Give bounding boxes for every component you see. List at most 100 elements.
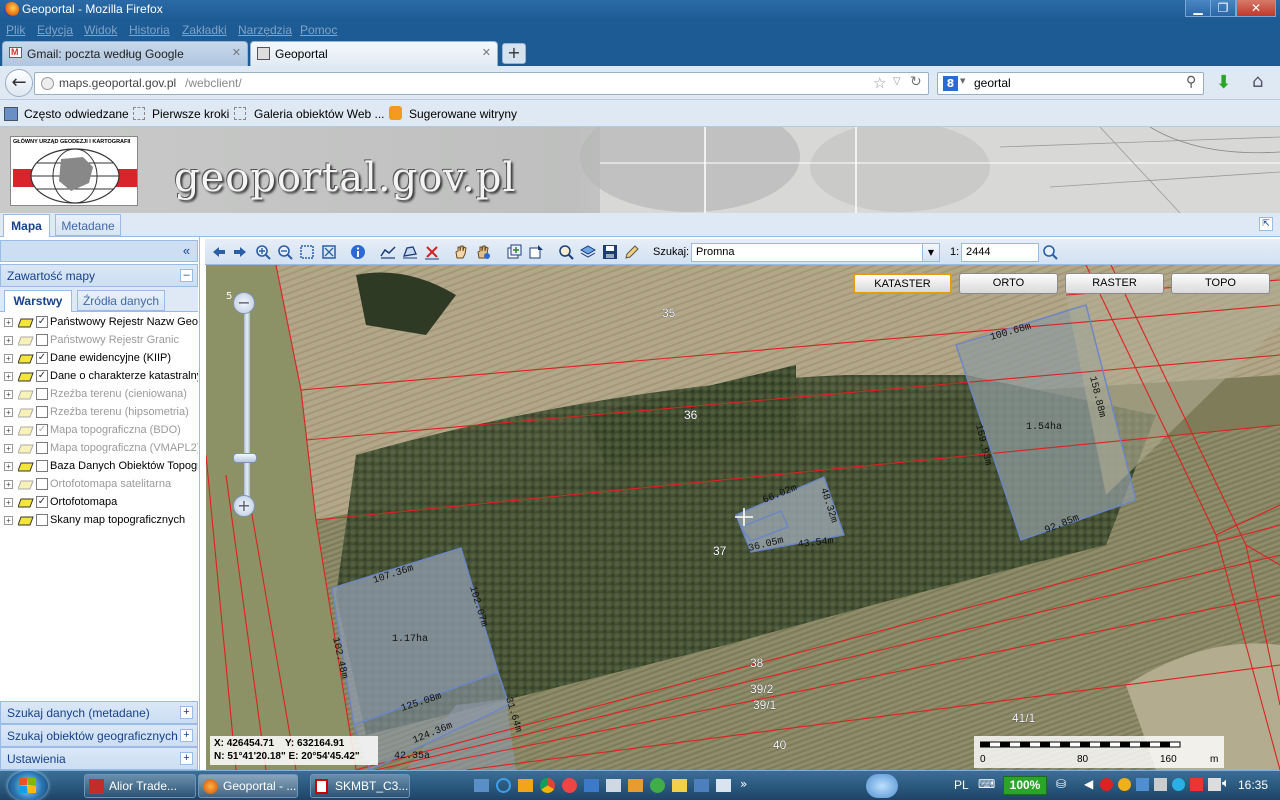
pan-hand-icon[interactable] (453, 244, 469, 260)
layer-checkbox[interactable]: ✓ (36, 316, 48, 328)
engine-dropdown-icon[interactable]: ▼ (960, 77, 965, 85)
collapse-contents-button[interactable]: – (180, 269, 193, 282)
pan-left-icon[interactable] (211, 244, 227, 260)
messenger-icon[interactable] (866, 774, 898, 798)
expand-icon[interactable]: + (4, 390, 13, 399)
ie-icon[interactable] (496, 778, 511, 793)
menu-historia[interactable]: Historia (129, 23, 170, 37)
zoom-slider-handle[interactable] (233, 453, 257, 463)
layer-row[interactable]: + ✓ Ortofotomapa (4, 495, 198, 513)
place-search-input[interactable]: Promna ▼ (691, 243, 940, 262)
zoom-out-button[interactable]: − (233, 292, 255, 314)
dropdown-arrow-icon[interactable]: ▽ (893, 76, 901, 87)
tab-mapa[interactable]: Mapa (3, 214, 50, 237)
layer-row[interactable]: + Skany map topograficznych (4, 513, 198, 531)
language-indicator[interactable]: PL (954, 778, 969, 792)
layer-checkbox[interactable] (36, 514, 48, 526)
expand-icon[interactable]: + (4, 480, 13, 489)
layer-row[interactable]: + Rzeźba terenu (cieniowana) (4, 387, 198, 405)
expand-icon[interactable]: + (4, 462, 13, 471)
layer-checkbox[interactable]: ✓ (36, 424, 48, 436)
search-dropdown-icon[interactable]: ▼ (922, 244, 939, 261)
minimize-button[interactable]: ▁ (1185, 0, 1211, 17)
save-icon[interactable] (602, 244, 618, 260)
taskbar-item-geoportal[interactable]: Geoportal - ... (198, 774, 298, 798)
app-icon[interactable] (606, 779, 621, 792)
clock[interactable]: 16:35 (1238, 778, 1268, 792)
search-input[interactable]: geortal (974, 76, 1011, 90)
zoom-slider-track[interactable] (244, 299, 250, 505)
search-engine-icon[interactable]: 8 (943, 76, 958, 91)
pan-right-icon[interactable] (232, 244, 248, 260)
add-service-icon[interactable] (528, 244, 544, 260)
menu-plik[interactable]: Plik (6, 23, 25, 37)
layer-row[interactable]: + Baza Danych Obiektów Topogr (4, 459, 198, 477)
layer-checkbox[interactable] (36, 442, 48, 454)
maximize-button[interactable]: ❐ (1210, 0, 1236, 17)
taskbar-item-skmbt[interactable]: SKMBT_C3... (310, 774, 410, 798)
tab-close-icon[interactable]: ✕ (232, 46, 241, 59)
layer-checkbox[interactable]: ✓ (36, 370, 48, 382)
layer-checkbox[interactable] (36, 478, 48, 490)
antivirus-icon[interactable] (1100, 778, 1113, 791)
add-layer-icon[interactable] (506, 244, 522, 260)
bookmark-star-icon[interactable]: ☆ (873, 74, 886, 92)
layer-row[interactable]: + Mapa topograficzna (VMAPL2) (4, 441, 198, 459)
home-icon[interactable]: ⌂ (1252, 71, 1263, 92)
bookmark-item[interactable]: Często odwiedzane (24, 107, 129, 121)
search-box[interactable]: 8 ▼ geortal ⚲ (937, 72, 1204, 95)
info-icon[interactable] (350, 244, 366, 260)
orto-button[interactable]: ORTO (959, 273, 1058, 294)
expand-icon[interactable]: + (4, 498, 13, 507)
layers-icon[interactable] (580, 244, 596, 260)
tab-geoportal[interactable]: Geoportal ✕ (250, 41, 498, 66)
map-view[interactable]: 35 36 37 38 39/2 39/1 40 41/1 1.54ha 1.1… (206, 265, 1280, 770)
menu-pomoc[interactable]: Pomoc (300, 23, 337, 37)
tray-app-icon[interactable] (1136, 778, 1149, 791)
tray-app-icon[interactable] (1118, 778, 1131, 791)
tray-expand-icon[interactable]: ◀ (1084, 777, 1093, 791)
back-button[interactable]: ← (5, 69, 33, 97)
zoom-in-button[interactable]: + (233, 495, 255, 517)
network-icon[interactable]: ⛁ (1056, 777, 1066, 791)
reload-icon[interactable]: ↻ (910, 74, 922, 90)
layer-row[interactable]: + ✓ Dane o charakterze katastralny (4, 369, 198, 387)
edit-pencil-icon[interactable] (624, 244, 640, 260)
expand-panel-button[interactable]: + (180, 706, 193, 719)
scale-input[interactable]: 2444 (961, 243, 1039, 262)
expand-icon[interactable]: + (4, 318, 13, 327)
map-contents-header[interactable]: Zawartość mapy – (0, 264, 198, 287)
start-button[interactable] (8, 771, 48, 800)
bookmark-item[interactable]: Galeria obiektów Web ... (254, 107, 385, 121)
full-extent-icon[interactable] (321, 244, 337, 260)
expand-panel-button[interactable]: + (180, 729, 193, 742)
clear-measure-icon[interactable] (424, 244, 440, 260)
app-icon[interactable] (628, 779, 643, 792)
search-map-icon[interactable] (558, 244, 574, 260)
layer-row[interactable]: + Ortofotomapa satelitarna (4, 477, 198, 495)
zoom-in-icon[interactable] (255, 244, 271, 260)
menu-narzedzia[interactable]: Narzędzia (238, 23, 292, 37)
more-icon[interactable]: » (740, 777, 747, 791)
tab-metadane[interactable]: Metadane (55, 214, 121, 236)
app-icon[interactable] (694, 779, 709, 792)
zoom-out-icon[interactable] (277, 244, 293, 260)
tab-close-icon[interactable]: ✕ (482, 46, 491, 59)
layer-row[interactable]: + ✓ Państwowy Rejestr Nazw Geo (4, 315, 198, 333)
skype-icon[interactable] (1172, 778, 1185, 791)
search-icon[interactable]: ⚲ (1186, 74, 1196, 90)
app-icon[interactable] (562, 778, 577, 793)
kataster-button[interactable]: KATASTER (853, 273, 952, 294)
zoom-indicator[interactable]: 100% (1003, 776, 1047, 795)
expand-icon[interactable]: + (4, 372, 13, 381)
expand-icon[interactable]: + (4, 354, 13, 363)
keyboard-icon[interactable]: ⌨ (978, 777, 995, 791)
measure-area-icon[interactable] (402, 244, 418, 260)
layer-row[interactable]: + ✓ Mapa topograficzna (BDO) (4, 423, 198, 441)
layer-row[interactable]: + Państwowy Rejestr Granic (4, 333, 198, 351)
scale-zoom-icon[interactable] (1042, 244, 1058, 260)
bookmark-item[interactable]: Sugerowane witryny (409, 107, 517, 121)
layer-row[interactable]: + ✓ Dane ewidencyjne (KIIP) (4, 351, 198, 369)
app-icon[interactable] (672, 779, 687, 792)
orthophoto-map[interactable]: 35 36 37 38 39/2 39/1 40 41/1 1.54ha 1.1… (206, 265, 1280, 770)
